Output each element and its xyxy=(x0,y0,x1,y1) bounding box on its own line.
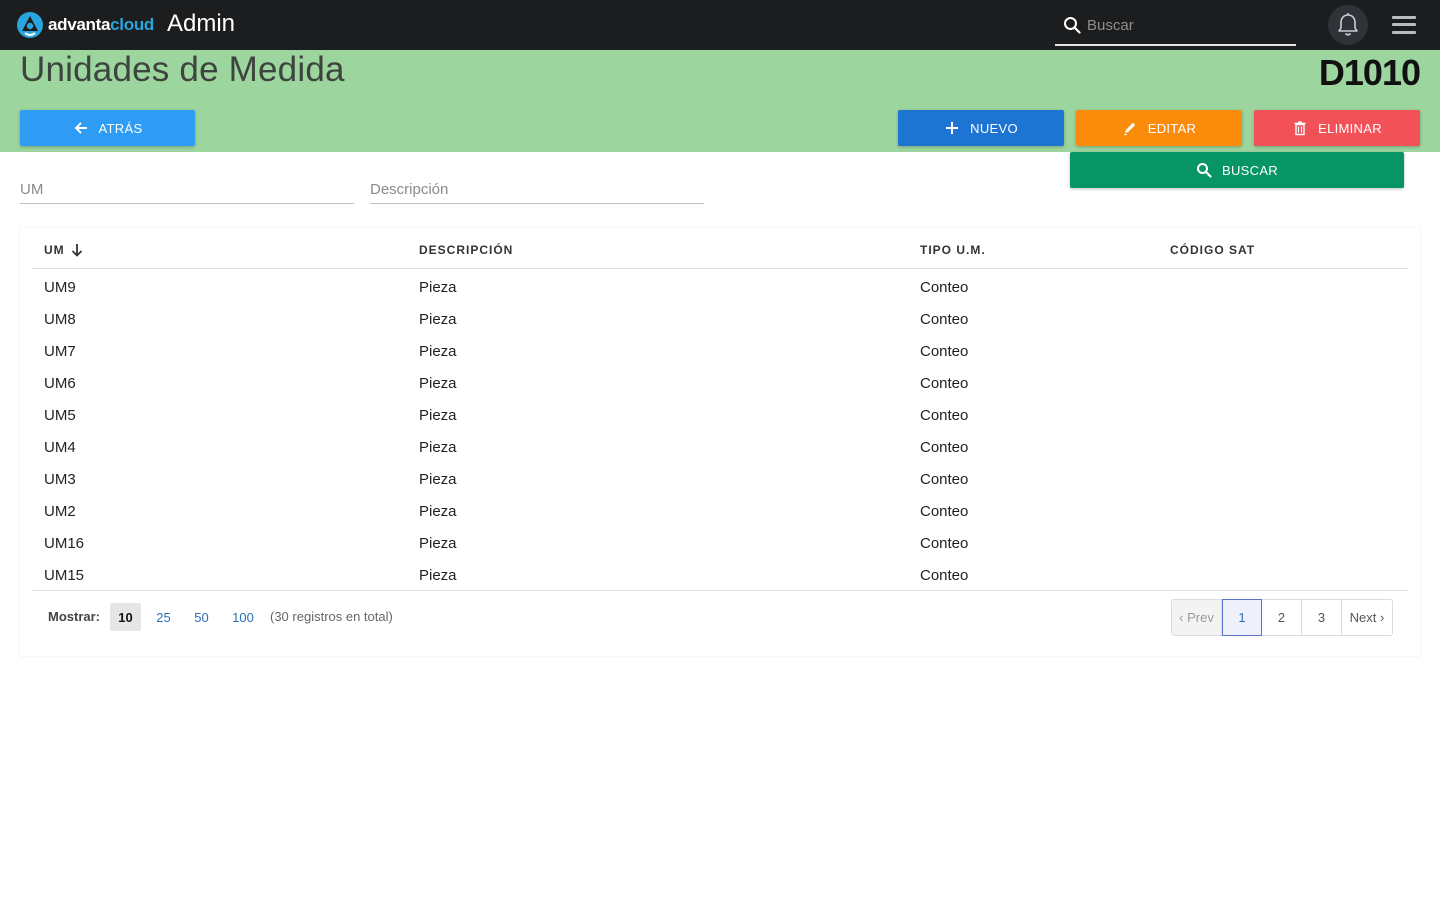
cell-um: UM2 xyxy=(44,503,76,520)
cell-descripcion: Pieza xyxy=(419,407,457,424)
table-row[interactable]: UM15 Pieza Conteo xyxy=(32,558,1408,590)
page-size-10[interactable]: 10 xyxy=(110,603,141,631)
description-filter xyxy=(370,176,704,204)
page-size-100[interactable]: 100 xyxy=(226,603,260,631)
table-row[interactable]: UM4 Pieza Conteo xyxy=(32,430,1408,462)
trash-icon xyxy=(1294,121,1306,136)
cell-um: UM6 xyxy=(44,375,76,392)
cell-tipo-um: Conteo xyxy=(920,503,969,520)
column-header-descripcion[interactable]: DESCRIPCIÓN xyxy=(419,243,513,257)
brand-logo[interactable]: advantacloud xyxy=(16,11,154,39)
units-table-card: UM DESCRIPCIÓN TIPO U.M. CÓDIGO SAT UM9 P… xyxy=(20,228,1420,656)
bell-icon xyxy=(1338,13,1358,36)
cell-um: UM9 xyxy=(44,279,76,296)
cell-descripcion: Pieza xyxy=(419,567,457,584)
cell-tipo-um: Conteo xyxy=(920,375,969,392)
description-filter-input[interactable] xyxy=(370,176,704,202)
cell-tipo-um: Conteo xyxy=(920,343,969,360)
edit-button[interactable]: EDITAR xyxy=(1076,110,1242,146)
page-size-label: Mostrar: xyxy=(48,609,101,624)
brand-name: advantacloud xyxy=(48,15,154,34)
table-footer: Mostrar: 10 25 50 100 (30 registros en t… xyxy=(20,589,1420,645)
back-button-label: ATRÁS xyxy=(98,120,143,136)
table-row[interactable]: UM16 Pieza Conteo xyxy=(32,526,1408,558)
search-icon xyxy=(1197,163,1212,178)
global-search xyxy=(1055,6,1296,46)
cell-tipo-um: Conteo xyxy=(920,535,969,552)
arrow-left-icon xyxy=(74,122,87,134)
column-header-codigo-sat[interactable]: CÓDIGO SAT xyxy=(1170,243,1255,257)
table-body: UM9 Pieza Conteo UM8 Pieza Conteo UM7 Pieza Cont… xyxy=(32,269,1408,591)
pencil-icon xyxy=(1123,122,1135,135)
pagination-page-1[interactable]: 1 xyxy=(1222,599,1262,636)
table-header: UM DESCRIPCIÓN TIPO U.M. CÓDIGO SAT xyxy=(32,228,1408,269)
app-title: Admin xyxy=(167,10,236,37)
um-filter-input[interactable] xyxy=(20,176,354,202)
um-filter xyxy=(20,176,354,204)
pagination-page-2[interactable]: 2 xyxy=(1262,600,1302,635)
cell-descripcion: Pieza xyxy=(419,343,457,360)
new-button-label: NUEVO xyxy=(970,120,1018,136)
notifications-button[interactable] xyxy=(1328,5,1368,45)
cell-tipo-um: Conteo xyxy=(920,471,969,488)
advantacloud-logo-icon xyxy=(17,12,43,38)
cell-descripcion: Pieza xyxy=(419,279,457,296)
table-row[interactable]: UM7 Pieza Conteo xyxy=(32,334,1408,366)
delete-button[interactable]: ELIMINAR xyxy=(1254,110,1420,146)
page-title: Unidades de Medida xyxy=(20,50,345,89)
new-button[interactable]: NUEVO xyxy=(898,110,1064,146)
sort-descending-icon xyxy=(71,244,82,257)
cell-um: UM8 xyxy=(44,311,76,328)
pagination-prev[interactable]: ‹ Prev xyxy=(1172,600,1222,635)
cell-um: UM3 xyxy=(44,471,76,488)
cell-descripcion: Pieza xyxy=(419,535,457,552)
cell-um: UM15 xyxy=(44,567,85,584)
search-icon xyxy=(1064,17,1081,34)
pagination-next[interactable]: Next › xyxy=(1342,600,1392,635)
global-search-input[interactable] xyxy=(1087,12,1287,38)
top-navbar: advantacloud Admin xyxy=(0,0,1440,50)
column-header-tipo-um[interactable]: TIPO U.M. xyxy=(920,243,986,257)
cell-descripcion: Pieza xyxy=(419,439,457,456)
cell-descripcion: Pieza xyxy=(419,503,457,520)
table-row[interactable]: UM6 Pieza Conteo xyxy=(32,366,1408,398)
cell-um: UM4 xyxy=(44,439,76,456)
search-button-label: BUSCAR xyxy=(1222,162,1278,178)
delete-button-label: ELIMINAR xyxy=(1318,120,1382,136)
cell-um: UM16 xyxy=(44,535,85,552)
page-size-25[interactable]: 25 xyxy=(150,603,177,631)
table-row[interactable]: UM3 Pieza Conteo xyxy=(32,462,1408,494)
cell-tipo-um: Conteo xyxy=(920,567,969,584)
cell-tipo-um: Conteo xyxy=(920,311,969,328)
page-size-50[interactable]: 50 xyxy=(188,603,215,631)
plus-icon xyxy=(946,122,959,134)
units-table: UM DESCRIPCIÓN TIPO U.M. CÓDIGO SAT UM9 P… xyxy=(32,228,1408,591)
edit-button-label: EDITAR xyxy=(1147,120,1197,136)
table-row[interactable]: UM8 Pieza Conteo xyxy=(32,302,1408,334)
back-button[interactable]: ATRÁS xyxy=(20,110,195,146)
cell-tipo-um: Conteo xyxy=(920,279,969,296)
table-row[interactable]: UM9 Pieza Conteo xyxy=(32,270,1408,302)
page-code: D1010 xyxy=(1318,52,1421,93)
table-row[interactable]: UM2 Pieza Conteo xyxy=(32,494,1408,526)
search-button[interactable]: BUSCAR xyxy=(1070,152,1404,188)
cell-descripcion: Pieza xyxy=(419,311,457,328)
cell-um: UM5 xyxy=(44,407,76,424)
hamburger-menu-icon[interactable] xyxy=(1392,14,1416,36)
cell-tipo-um: Conteo xyxy=(920,439,969,456)
cell-tipo-um: Conteo xyxy=(920,407,969,424)
cell-descripcion: Pieza xyxy=(419,471,457,488)
pagination: ‹ Prev 1 2 3 Next › xyxy=(1171,599,1393,636)
table-row[interactable]: UM5 Pieza Conteo xyxy=(32,398,1408,430)
total-records: (30 registros en total) xyxy=(270,609,393,624)
cell-descripcion: Pieza xyxy=(419,375,457,392)
pagination-page-3[interactable]: 3 xyxy=(1302,600,1342,635)
cell-um: UM7 xyxy=(44,343,76,360)
column-header-um[interactable]: UM xyxy=(44,243,83,257)
